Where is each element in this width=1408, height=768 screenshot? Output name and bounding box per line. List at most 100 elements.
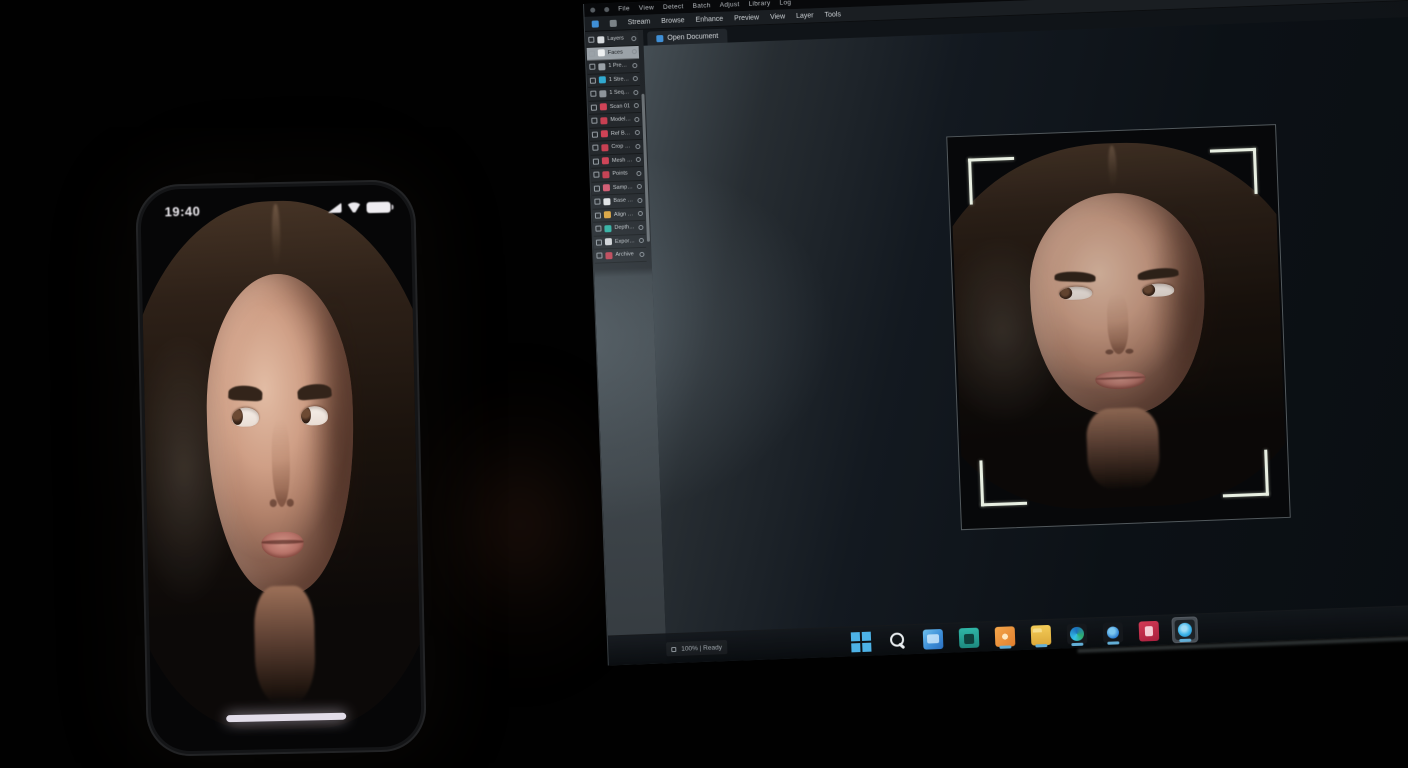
layer-thumbnail — [599, 76, 606, 83]
titlebar-item-library[interactable]: Library — [748, 0, 770, 8]
visibility-toggle-icon[interactable] — [589, 50, 595, 56]
menu-item-browse[interactable]: Browse — [661, 17, 685, 25]
running-indicator — [1071, 643, 1083, 646]
focus-bracket-bottom-left — [979, 459, 1027, 507]
lock-icon[interactable] — [634, 103, 639, 108]
visibility-toggle-icon[interactable] — [593, 158, 599, 164]
lock-icon[interactable] — [634, 117, 639, 122]
photos-icon — [995, 626, 1016, 647]
lock-icon[interactable] — [638, 225, 643, 230]
visibility-toggle-icon[interactable] — [589, 64, 595, 70]
layer-list: LayersFaces1 Preview1 Stream1 SequenceSc… — [586, 32, 647, 263]
portrait-neck — [254, 585, 316, 704]
phone-clock: 19:40 — [164, 203, 200, 219]
layer-label: Depth Map — [614, 224, 635, 231]
chat-app[interactable] — [1099, 619, 1126, 646]
titlebar-item-log[interactable]: Log — [779, 0, 791, 7]
visibility-toggle-icon[interactable] — [592, 145, 598, 151]
visibility-toggle-icon[interactable] — [595, 212, 601, 218]
app-status-bar: 100% | Ready — [666, 640, 727, 656]
dark-room-scene: 19:40 File View Detect Batch Adjust Library Lo… — [0, 0, 1408, 768]
editor-region: Open Document — [643, 0, 1408, 663]
titlebar-item-adjust[interactable]: Adjust — [720, 1, 740, 9]
document-icon — [656, 35, 663, 42]
app-face-icon — [1175, 619, 1196, 640]
lock-icon[interactable] — [639, 238, 644, 243]
visibility-toggle-icon[interactable] — [590, 91, 596, 97]
window-control-icon[interactable] — [604, 7, 609, 12]
lock-icon[interactable] — [632, 49, 637, 54]
titlebar-item-view[interactable]: View — [639, 4, 654, 12]
folder-app[interactable] — [1028, 621, 1055, 648]
focus-bracket-bottom-right — [1221, 450, 1269, 498]
status-text: 100% | Ready — [681, 644, 722, 653]
phone-status-icons — [327, 201, 390, 213]
layer-thumbnail — [601, 130, 608, 137]
layer-thumbnail — [603, 184, 610, 191]
lock-icon[interactable] — [637, 184, 642, 189]
face-scan-app[interactable] — [1171, 616, 1198, 643]
lock-icon[interactable] — [631, 36, 636, 41]
visibility-toggle-icon[interactable] — [593, 172, 599, 178]
document-tab-label: Open Document — [667, 32, 718, 41]
layer-label: Model Set — [610, 117, 631, 124]
layer-thumbnail — [601, 144, 608, 151]
menu-item-preview[interactable]: Preview — [734, 14, 759, 22]
titlebar-item-file[interactable]: File — [618, 5, 630, 12]
visibility-toggle-icon[interactable] — [594, 185, 600, 191]
window-control-icon[interactable] — [590, 8, 595, 13]
layer-thumbnail — [605, 238, 612, 245]
running-indicator — [999, 645, 1011, 648]
lock-icon[interactable] — [636, 157, 641, 162]
start-button[interactable] — [848, 628, 875, 655]
lock-icon[interactable] — [636, 171, 641, 176]
lock-icon[interactable] — [633, 90, 638, 95]
lock-icon[interactable] — [635, 130, 640, 135]
visibility-toggle-icon[interactable] — [596, 253, 602, 259]
titlebar-item-detect[interactable]: Detect — [663, 3, 684, 11]
visibility-toggle-icon[interactable] — [591, 104, 597, 110]
visibility-toggle-icon[interactable] — [596, 239, 602, 245]
layer-label: Align Set — [614, 211, 635, 218]
menu-item-stream[interactable]: Stream — [628, 18, 651, 26]
layer-row-archive[interactable]: Archive — [594, 248, 646, 263]
lock-icon[interactable] — [639, 252, 644, 257]
file-explorer[interactable] — [920, 625, 947, 652]
lock-icon[interactable] — [638, 211, 643, 216]
menu-item-enhance[interactable]: Enhance — [695, 15, 723, 23]
layer-label: Faces — [608, 49, 629, 56]
lock-icon[interactable] — [637, 198, 642, 203]
visibility-toggle-icon[interactable] — [595, 226, 601, 232]
visibility-toggle-icon[interactable] — [591, 118, 597, 124]
wifi-icon — [346, 202, 361, 212]
visibility-toggle-icon[interactable] — [588, 37, 594, 43]
layer-thumbnail — [602, 171, 609, 178]
search-button[interactable] — [884, 627, 911, 654]
lock-icon[interactable] — [635, 144, 640, 149]
edge-browser[interactable] — [1063, 620, 1090, 647]
titlebar-item-batch[interactable]: Batch — [692, 2, 710, 10]
explorer-icon — [923, 628, 944, 649]
layer-thumbnail — [597, 36, 604, 43]
editor-canvas[interactable] — [644, 16, 1408, 663]
layer-label: Base Grid — [613, 197, 634, 204]
lock-icon[interactable] — [633, 76, 638, 81]
running-indicator — [1107, 641, 1119, 644]
menu-item-view[interactable]: View — [770, 13, 785, 21]
layer-thumbnail — [598, 63, 605, 70]
home-icon[interactable] — [610, 19, 617, 26]
menu-item-layer[interactable]: Layer — [796, 12, 814, 20]
app-red-icon — [1139, 620, 1160, 641]
menu-item-tools[interactable]: Tools — [824, 11, 841, 19]
visibility-toggle-icon[interactable] — [594, 199, 600, 205]
store-app[interactable] — [956, 624, 983, 651]
focus-bracket-top-right — [1210, 148, 1258, 196]
lock-icon[interactable] — [632, 63, 637, 68]
photos-app[interactable] — [992, 623, 1019, 650]
layer-thumbnail — [600, 117, 607, 124]
layer-label: 1 Stream — [609, 76, 630, 83]
photo-frame[interactable] — [946, 124, 1291, 530]
visibility-toggle-icon[interactable] — [592, 131, 598, 137]
visibility-toggle-icon[interactable] — [590, 77, 596, 83]
media-app[interactable] — [1135, 617, 1162, 644]
